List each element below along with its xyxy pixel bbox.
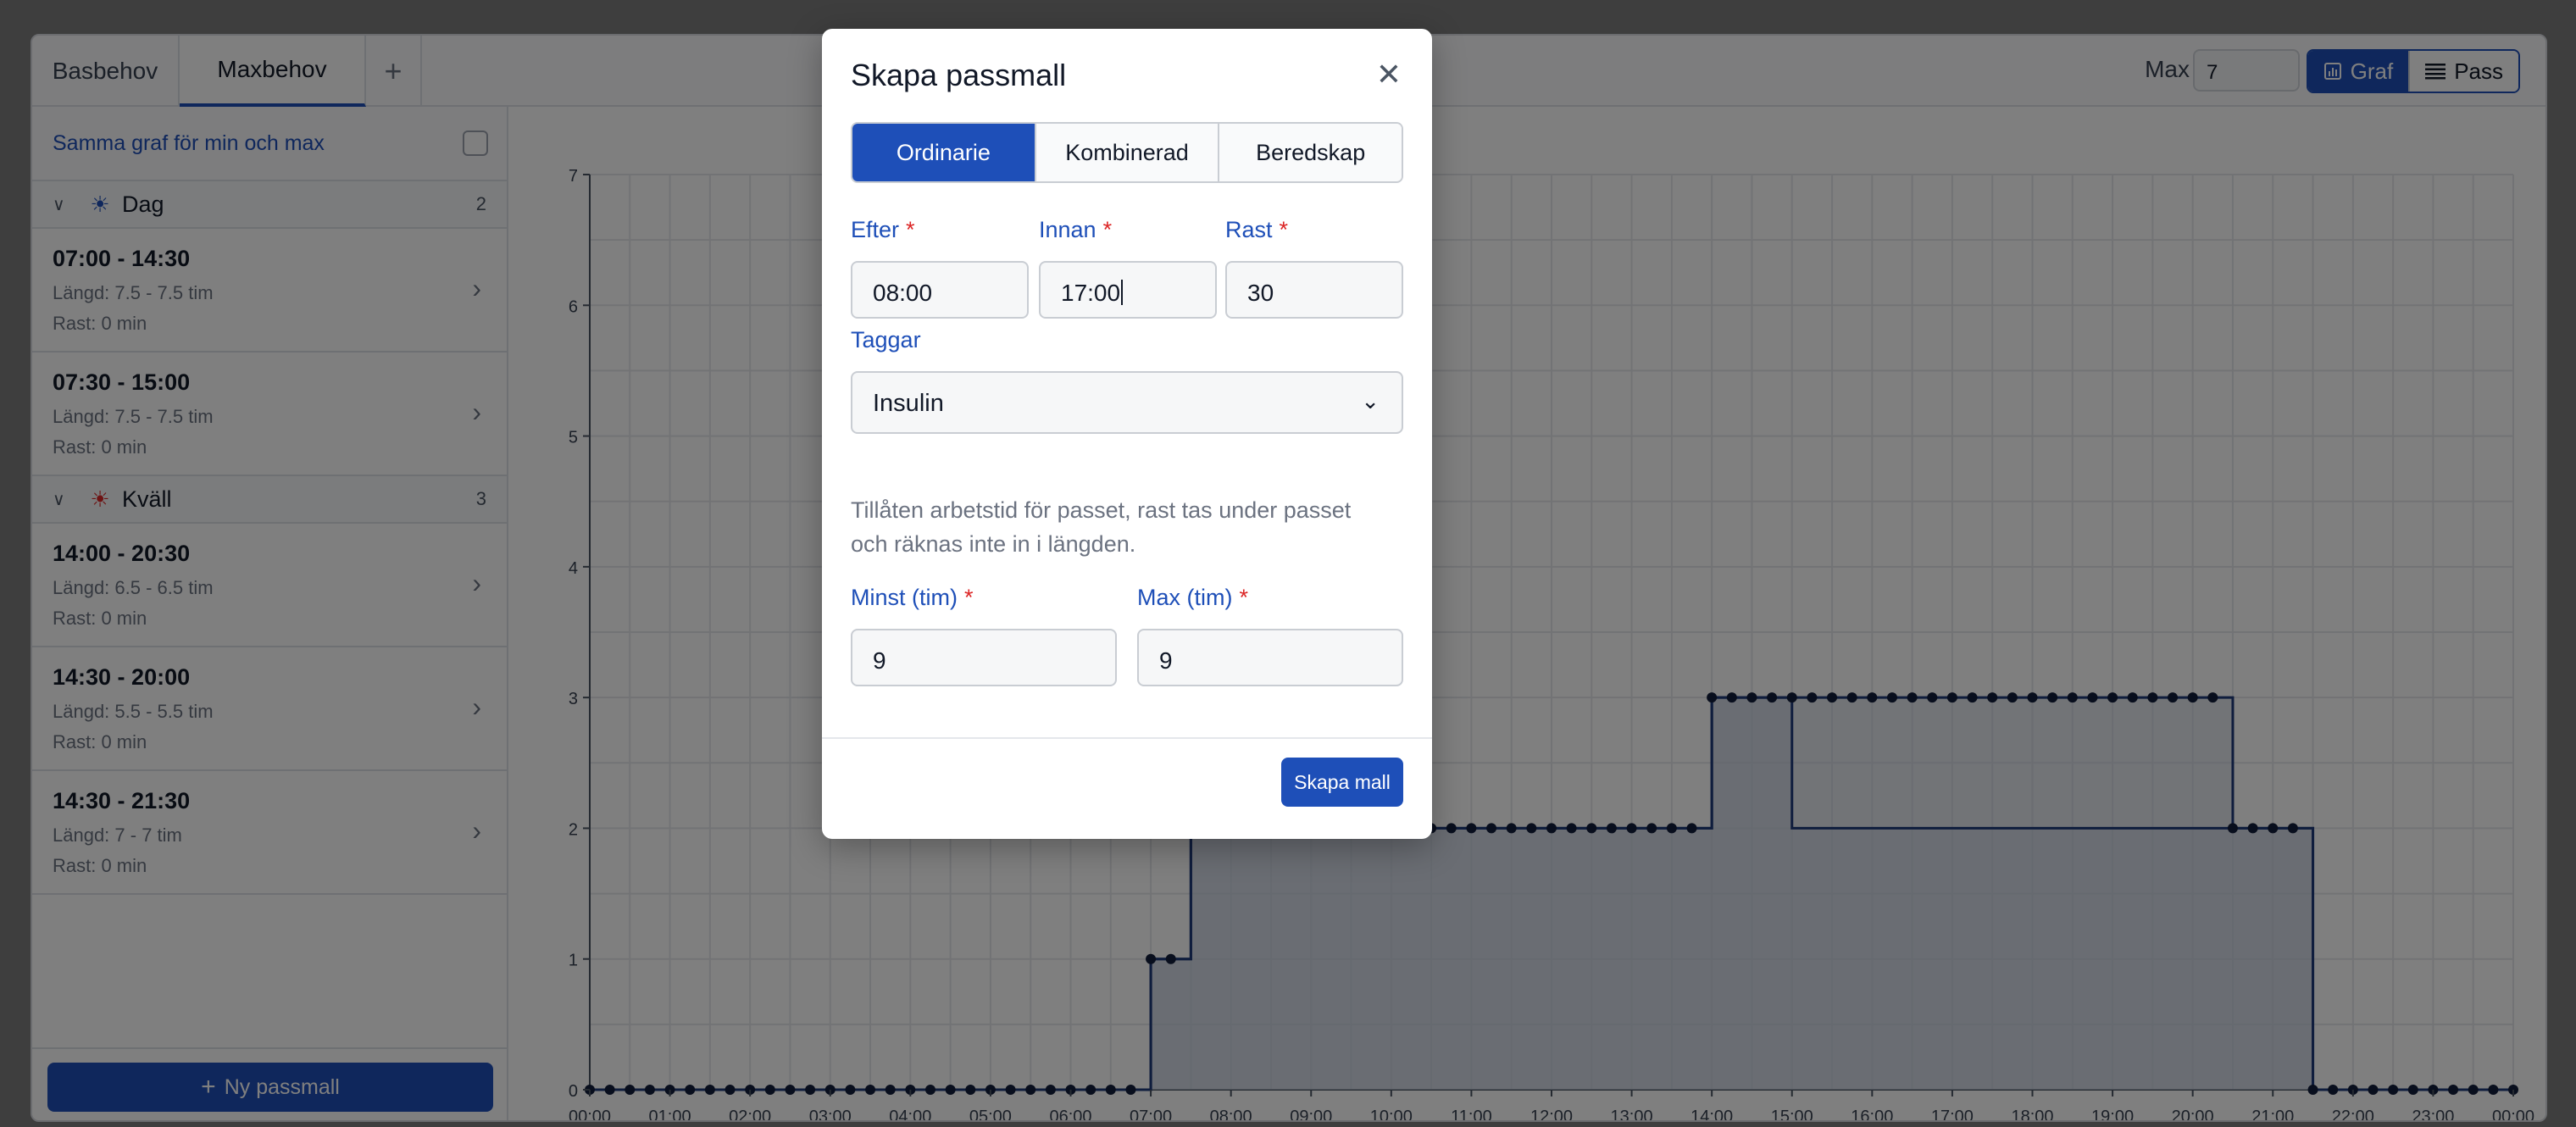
- modal-title: Skapa passmall: [851, 58, 1067, 92]
- rast-input[interactable]: 30: [1225, 261, 1403, 319]
- tab-ordinarie[interactable]: Ordinarie: [852, 124, 1035, 181]
- chevron-down-icon: ⌄: [1361, 388, 1380, 414]
- required-mark: *: [1239, 585, 1248, 610]
- text-cursor: [1121, 280, 1124, 305]
- taggar-value: Insulin: [873, 390, 944, 417]
- rast-label: Rast *: [1225, 217, 1289, 242]
- required-mark: *: [906, 217, 915, 242]
- minst-label: Minst (tim) *: [851, 585, 974, 610]
- taggar-label: Taggar: [851, 327, 921, 353]
- modal-footer-divider: [822, 737, 1432, 739]
- create-template-modal: Skapa passmall ✕ Ordinarie Kombinerad Be…: [822, 29, 1432, 839]
- required-mark: *: [1279, 217, 1289, 242]
- shift-type-tabs: Ordinarie Kombinerad Beredskap: [851, 122, 1403, 183]
- minst-input[interactable]: 9: [851, 629, 1117, 686]
- tab-beredskap[interactable]: Beredskap: [1218, 124, 1402, 181]
- efter-label: Efter *: [851, 217, 915, 242]
- innan-input[interactable]: 17:00: [1039, 261, 1217, 319]
- create-template-button[interactable]: Skapa mall: [1281, 758, 1403, 807]
- max-tim-label: Max (tim) *: [1137, 585, 1248, 610]
- close-icon[interactable]: ✕: [1376, 59, 1402, 90]
- innan-label: Innan *: [1039, 217, 1113, 242]
- help-text: Tillåten arbetstid för passet, rast tas …: [851, 497, 1352, 557]
- efter-input[interactable]: 08:00: [851, 261, 1029, 319]
- tab-kombinerad[interactable]: Kombinerad: [1034, 124, 1219, 181]
- max-tim-input[interactable]: 9: [1137, 629, 1403, 686]
- required-mark: *: [963, 585, 974, 610]
- taggar-select[interactable]: Insulin ⌄: [851, 371, 1403, 434]
- required-mark: *: [1102, 217, 1113, 242]
